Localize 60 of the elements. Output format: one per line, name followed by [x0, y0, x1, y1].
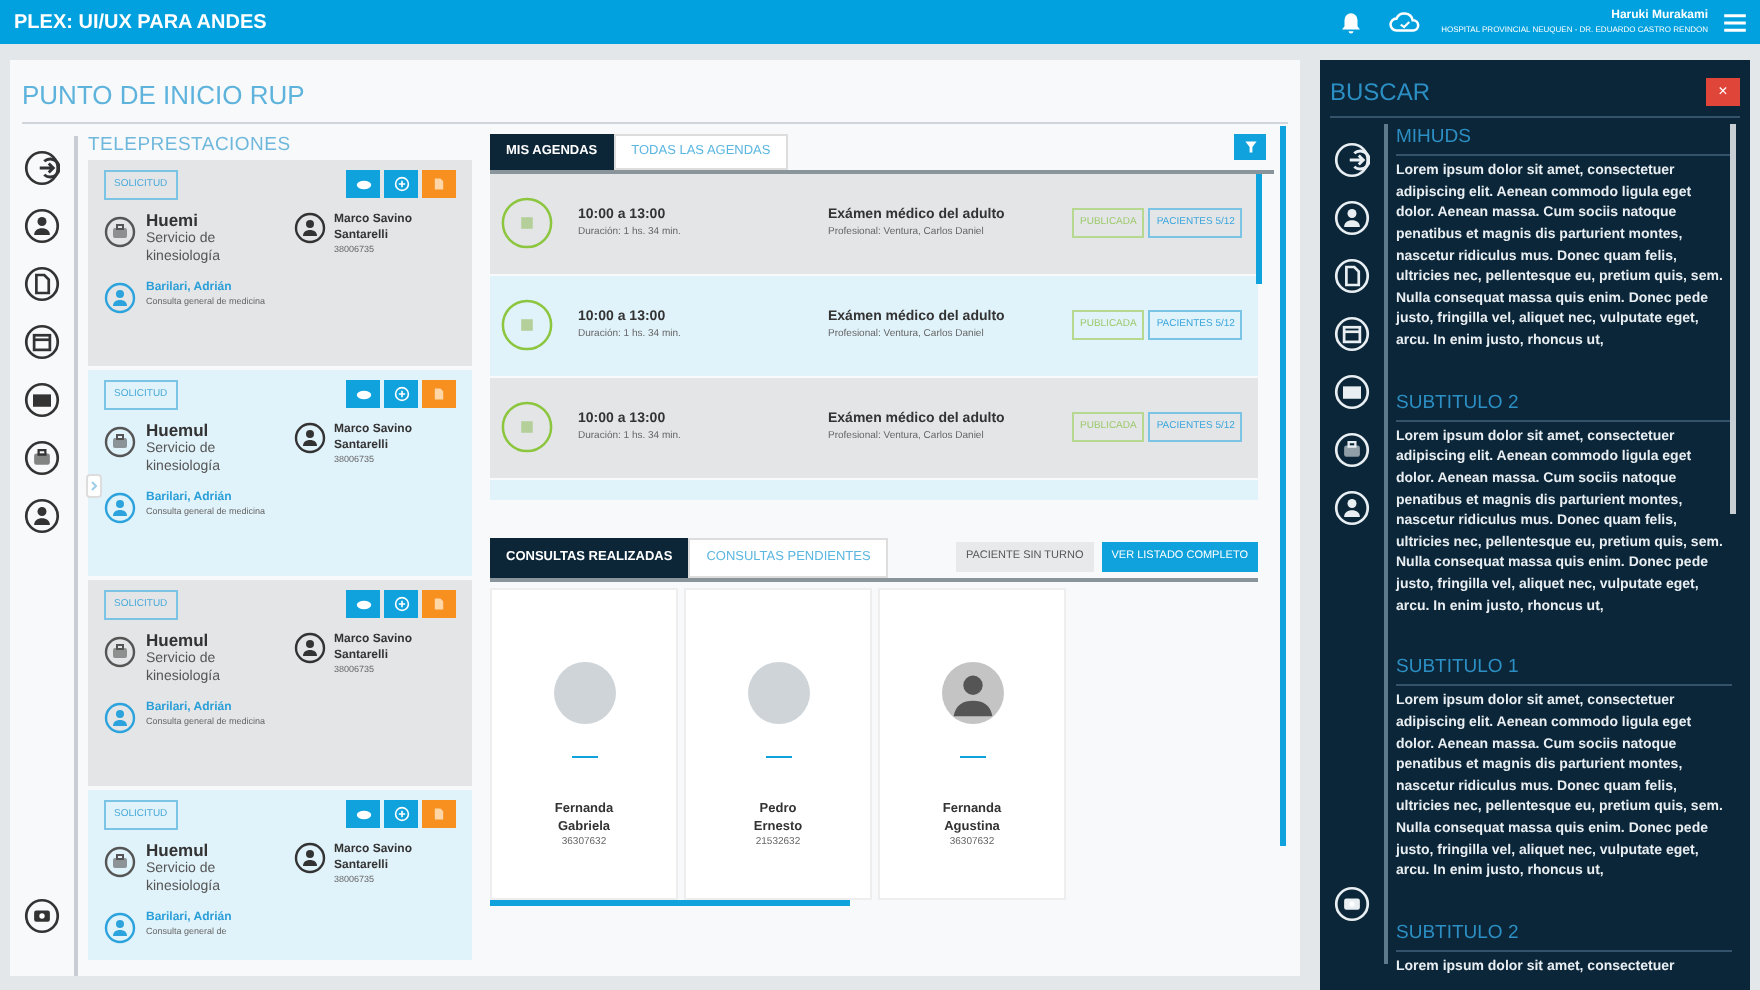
place-name: Huemul [146, 842, 211, 860]
scrollbar-thumb [1256, 173, 1262, 283]
filter-icon [1243, 139, 1257, 153]
eye-icon [355, 179, 371, 190]
collapse-handle[interactable] [86, 474, 102, 498]
patient-icon[interactable] [294, 212, 326, 244]
document-icon [432, 806, 446, 823]
view-button[interactable] [346, 800, 380, 829]
refresh-button[interactable] [384, 380, 418, 409]
refresh-button[interactable] [384, 170, 418, 199]
patient-icon[interactable] [294, 632, 326, 664]
cloud-icon[interactable] [1387, 10, 1422, 34]
user-icon[interactable] [24, 207, 60, 243]
place-name: Huemul [146, 632, 211, 650]
hospital-icon[interactable] [104, 846, 136, 878]
agenda-icon [500, 400, 554, 454]
panel-title: BUSCAR [1330, 76, 1431, 110]
agenda-icon [500, 298, 554, 352]
filter-button[interactable] [1234, 133, 1266, 159]
document-icon [432, 386, 446, 403]
view-button[interactable] [346, 170, 380, 199]
patient-icon[interactable] [294, 842, 326, 874]
login-icon[interactable] [24, 149, 60, 185]
plus-circle-icon [393, 176, 409, 193]
view-button[interactable] [346, 380, 380, 409]
hospital-icon[interactable] [104, 426, 136, 458]
close-button[interactable]: × [1706, 78, 1740, 106]
briefcase-icon[interactable] [24, 439, 60, 475]
agenda-icon [500, 196, 554, 250]
document-icon[interactable] [24, 265, 60, 301]
section-heading: SUBTITULO 2 [1396, 919, 1732, 953]
section-heading: SUBTITULO 1 [1396, 654, 1732, 687]
place-name: Huemi [146, 212, 200, 230]
document-icon [432, 176, 446, 193]
mail-icon[interactable] [24, 381, 60, 417]
view-button[interactable] [346, 590, 380, 619]
refresh-button[interactable] [384, 800, 418, 829]
avatar-silhouette [941, 661, 1003, 723]
plus-circle-icon [393, 806, 409, 823]
plus-circle-icon [393, 596, 409, 613]
eye-icon [355, 389, 371, 400]
person-icon[interactable] [24, 497, 60, 533]
calendar-icon[interactable] [24, 323, 60, 359]
plus-circle-icon [393, 386, 409, 403]
hospital-icon[interactable] [104, 636, 136, 668]
patient-icon[interactable] [294, 422, 326, 454]
bell-icon[interactable] [1337, 9, 1364, 35]
eye-icon [355, 809, 371, 820]
document-icon [432, 596, 446, 613]
photo-placeholder [747, 661, 809, 723]
app-title: PLEX: UI/UX PARA ANDES [14, 9, 267, 37]
hospital-icon[interactable] [104, 216, 136, 248]
page-title: PUNTO DE INICIO RUP [22, 78, 307, 114]
eye-icon [355, 599, 371, 610]
section-title: TELEPRESTACIONES [88, 131, 293, 159]
photo-placeholder [553, 661, 615, 723]
video-icon[interactable] [24, 897, 60, 933]
place-name: Huemul [146, 422, 211, 440]
refresh-button[interactable] [384, 590, 418, 619]
menu-icon[interactable] [1724, 13, 1746, 31]
